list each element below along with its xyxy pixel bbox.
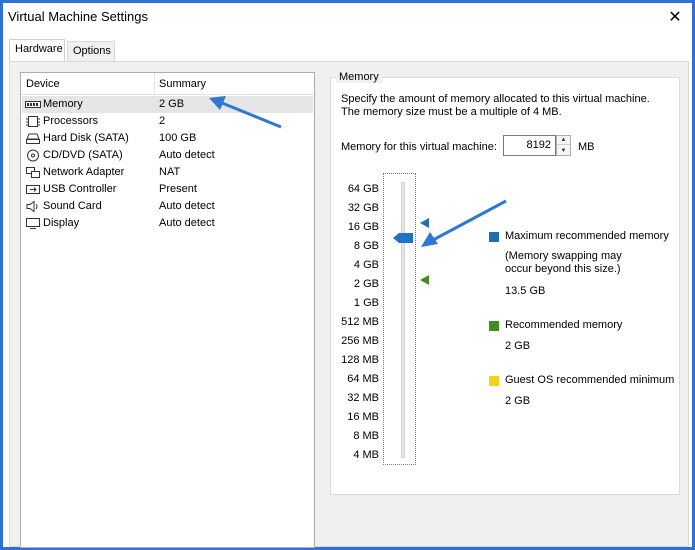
memory-field-label: Memory for this virtual machine: [341,141,497,153]
caret-down-icon: ▼ [560,147,567,154]
memory-group-title: Memory [336,71,382,83]
device-name: Hard Disk (SATA) [43,132,129,144]
memory-unit: MB [578,141,595,153]
memory-size-input[interactable]: 8192 [503,135,556,156]
slider-thumb[interactable] [393,233,413,243]
device-summary: 2 GB [159,98,185,110]
device-name: CD/DVD (SATA) [43,149,123,161]
sound-icon [26,200,38,213]
processor-icon [26,116,40,127]
memory-groupbox: Memory Specify the amount of memory allo… [330,71,680,495]
legend-max-value: 13.5 GB [505,285,546,297]
scale-label: 64 MB [347,373,379,385]
caret-up-icon: ▲ [560,137,567,143]
title-bar: Virtual Machine Settings ✕ [3,3,692,31]
device-name: Network Adapter [43,166,125,178]
tab-options[interactable]: Options [67,41,115,61]
vm-settings-window: Virtual Machine Settings ✕ Hardware Opti… [3,3,692,548]
scale-label: 1 GB [353,297,379,309]
device-name: USB Controller [43,183,117,195]
scale-label: 8 MB [353,430,379,442]
device-summary: NAT [159,166,181,178]
description-line: Specify the amount of memory allocated t… [341,93,650,105]
scale-label: 128 MB [341,354,379,366]
legend-label: Maximum recommended memory [505,230,669,242]
device-list: Device Summary Memory 2 GB Processors 2 … [20,72,315,548]
device-row-network-adapter[interactable]: Network Adapter NAT [22,164,313,181]
device-row-sound-card[interactable]: Sound Card Auto detect [22,198,313,215]
device-summary: 2 [159,115,166,127]
legend-swatch-green [489,321,499,331]
scale-label: 4 GB [353,259,379,271]
column-divider[interactable] [154,73,155,95]
spin-down-button[interactable]: ▼ [557,146,570,155]
legend-swatch-blue [489,232,499,242]
hardware-panel: Device Summary Memory 2 GB Processors 2 … [9,61,689,548]
description-line: The memory size must be a multiple of 4 … [341,106,562,118]
legend-guest-value: 2 GB [505,395,531,407]
column-header-device[interactable]: Device [26,78,60,90]
legend-label: Recommended memory [505,319,623,331]
slider-track[interactable] [401,182,405,458]
network-adapter-icon [26,167,40,178]
column-header-summary[interactable]: Summary [159,78,206,90]
memory-icon [25,101,41,108]
device-summary: Auto detect [159,200,215,212]
scale-label: 16 GB [347,221,379,233]
legend-label: Guest OS recommended minimum [505,374,675,386]
legend-rec-value: 2 GB [505,340,531,352]
device-name: Memory [43,98,83,110]
device-name: Processors [43,115,99,127]
device-name: Display [43,217,80,229]
memory-spinner: ▲ ▼ [556,135,571,156]
close-icon: ✕ [668,9,682,26]
usb-icon [26,185,40,194]
window-title: Virtual Machine Settings [8,9,148,24]
note-line: occur beyond this size.) [505,263,621,275]
cd-dvd-icon [27,149,39,162]
display-icon [26,218,40,229]
device-row-display[interactable]: Display Auto detect [22,215,313,232]
spin-up-button[interactable]: ▲ [557,136,570,145]
device-summary: Auto detect [159,149,215,161]
recommended-marker [420,275,429,285]
device-row-cd-dvd[interactable]: CD/DVD (SATA) Auto detect [22,147,313,164]
scale-label: 256 MB [341,335,379,347]
note-line: (Memory swapping may [505,250,622,262]
scale-label: 16 MB [347,411,379,423]
device-summary: 100 GB [159,132,197,144]
legend-swatch-yellow [489,376,499,386]
device-name: Sound Card [43,200,102,212]
scale-label: 512 MB [341,316,379,328]
device-summary: Present [159,183,197,195]
scale-label: 32 GB [347,202,379,214]
hard-disk-icon [26,133,40,144]
device-row-memory[interactable]: Memory 2 GB [22,96,313,113]
device-row-usb-controller[interactable]: USB Controller Present [22,181,313,198]
scale-label: 32 MB [347,392,379,404]
close-button[interactable]: ✕ [658,3,692,31]
device-row-processors[interactable]: Processors 2 [22,113,313,130]
memory-slider[interactable] [383,173,416,465]
device-summary: Auto detect [159,217,215,229]
device-list-header: Device Summary [21,73,314,95]
scale-label: 8 GB [353,240,379,252]
scale-label: 4 MB [353,449,379,461]
legend-max-note: (Memory swapping may occur beyond this s… [505,250,622,276]
scale-label: 64 GB [347,183,379,195]
tab-hardware[interactable]: Hardware [9,39,65,61]
device-row-hard-disk[interactable]: Hard Disk (SATA) 100 GB [22,130,313,147]
max-recommended-marker [420,218,429,228]
tab-strip: Hardware Options [9,39,689,61]
scale-label: 2 GB [353,278,379,290]
memory-description: Specify the amount of memory allocated t… [341,93,671,119]
